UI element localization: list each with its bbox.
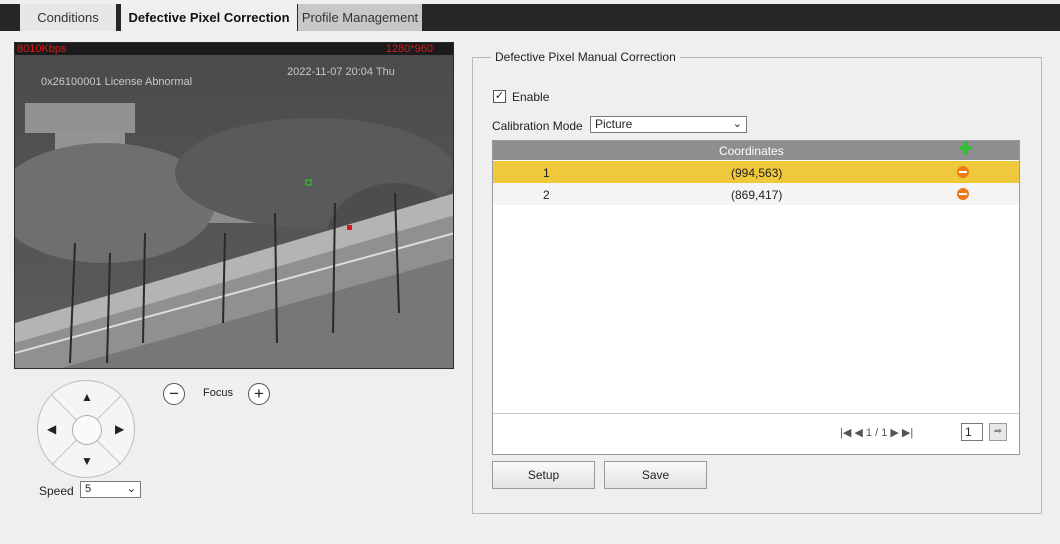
calibration-mode-label: Calibration Mode <box>492 119 583 133</box>
ptz-right-icon[interactable]: ▶ <box>115 423 124 435</box>
pagination: |◀ ◀ 1 / 1 ▶ ▶| <box>840 426 913 439</box>
table-row[interactable]: 1 (994,563) <box>493 161 1019 183</box>
table-header: Coordinates ✚ <box>493 141 1019 160</box>
delete-icon[interactable] <box>957 188 969 200</box>
speed-label: Speed <box>39 484 74 498</box>
enable-label: Enable <box>512 90 550 104</box>
row-index: 1 <box>543 166 550 180</box>
resolution-overlay: 1280*960 <box>385 43 433 55</box>
column-header-coordinates: Coordinates <box>719 144 784 158</box>
tab-defective-pixel-correction[interactable]: Defective Pixel Correction <box>121 4 297 31</box>
speed-value: 5 <box>85 483 92 495</box>
bitrate-overlay: 8010Kbps <box>17 43 67 55</box>
prev-page-icon[interactable]: ◀ <box>854 427 862 439</box>
tab-conditions[interactable]: Conditions <box>20 4 116 31</box>
ptz-direction-pad: ▲ ▼ ◀ ▶ <box>37 380 135 478</box>
next-page-icon[interactable]: ▶ <box>890 427 898 439</box>
calibration-mode-select[interactable]: Picture ⌄ <box>590 116 747 133</box>
license-overlay: 0x26100001 License Abnormal <box>41 76 193 88</box>
table-footer: |◀ ◀ 1 / 1 ▶ ▶| 1 ➡ <box>493 413 1019 454</box>
row-coordinates: (994,563) <box>731 166 783 180</box>
calibration-mode-value: Picture <box>595 117 633 131</box>
ptz-left-icon[interactable]: ◀ <box>47 423 56 435</box>
row-coordinates: (869,417) <box>731 188 783 202</box>
enable-checkbox[interactable]: ✓ <box>493 90 506 103</box>
focus-label: Focus <box>203 387 233 399</box>
tab-bar: Conditions Defective Pixel Correction Pr… <box>0 4 1060 31</box>
ptz-down-icon[interactable]: ▼ <box>81 455 93 467</box>
tab-profile-management[interactable]: Profile Management <box>298 4 422 31</box>
focus-minus-button[interactable]: − <box>163 383 185 405</box>
speed-select[interactable]: 5 ⌄ <box>80 481 141 498</box>
page-info: 1 / 1 <box>865 427 888 439</box>
last-page-icon[interactable]: ▶| <box>902 427 913 439</box>
go-page-icon[interactable]: ➡ <box>989 423 1007 441</box>
coordinates-table: Coordinates ✚ 1 (994,563) 2 (869,417) |◀… <box>492 140 1020 455</box>
chevron-down-icon: ⌄ <box>732 118 742 130</box>
delete-icon[interactable] <box>957 166 969 178</box>
ptz-center-button[interactable] <box>72 415 102 445</box>
page-number-input[interactable]: 1 <box>961 423 983 441</box>
timestamp-overlay: 2022-11-07 20:04 Thu <box>287 66 395 78</box>
table-row[interactable]: 2 (869,417) <box>493 183 1019 205</box>
thermal-scene-image <box>15 43 453 368</box>
chevron-down-icon: ⌄ <box>126 483 136 495</box>
ptz-up-icon[interactable]: ▲ <box>81 391 93 403</box>
row-index: 2 <box>543 188 550 202</box>
first-page-icon[interactable]: |◀ <box>840 427 851 439</box>
add-icon[interactable]: ✚ <box>959 142 972 158</box>
fieldset-legend: Defective Pixel Manual Correction <box>491 50 680 64</box>
setup-button[interactable]: Setup <box>492 461 595 489</box>
save-button[interactable]: Save <box>604 461 707 489</box>
focus-plus-button[interactable]: + <box>248 383 270 405</box>
live-video-preview[interactable]: 8010Kbps 1280*960 0x26100001 License Abn… <box>14 42 454 369</box>
